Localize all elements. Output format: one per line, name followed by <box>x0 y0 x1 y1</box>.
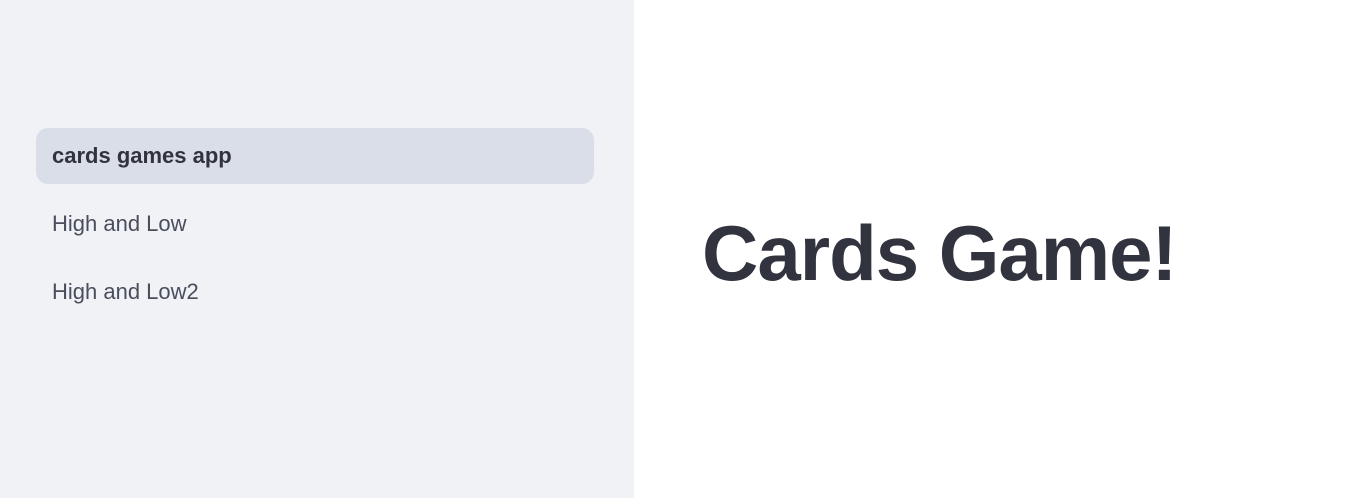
sidebar-item-high-and-low[interactable]: High and Low <box>36 196 594 252</box>
page-title: Cards Game! <box>702 209 1178 297</box>
sidebar-item-high-and-low2[interactable]: High and Low2 <box>36 264 594 320</box>
sidebar-item-label: High and Low2 <box>52 279 199 304</box>
sidebar-item-label: cards games app <box>52 143 232 168</box>
sidebar-item-label: High and Low <box>52 211 187 236</box>
sidebar-item-cards-games-app[interactable]: cards games app <box>36 128 594 184</box>
main-content: Cards Game! <box>634 0 1372 498</box>
sidebar-nav: cards games app High and Low High and Lo… <box>36 128 594 332</box>
sidebar: cards games app High and Low High and Lo… <box>0 0 634 498</box>
